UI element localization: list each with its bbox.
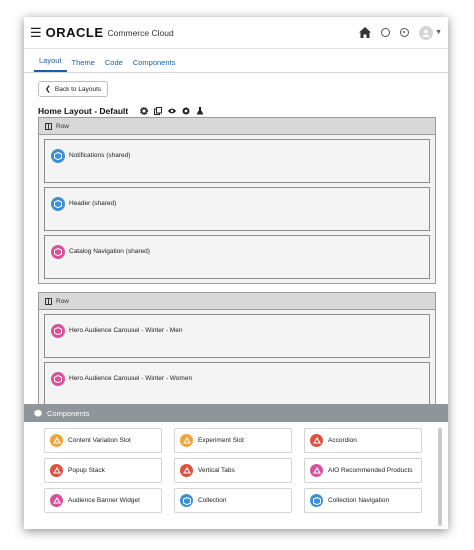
component-item[interactable]: Content Variation Slot xyxy=(44,428,162,453)
widget-slot[interactable]: Notifications (shared) xyxy=(44,139,430,183)
product-name: Commerce Cloud xyxy=(107,27,174,38)
top-actions: ▼ xyxy=(359,25,442,40)
component-item[interactable]: Accordion xyxy=(304,428,422,453)
components-panel: Components Content Variation Slot Experi… xyxy=(24,404,448,529)
component-icon xyxy=(50,494,63,507)
component-label: Content Variation Slot xyxy=(68,437,131,444)
row-label: Row xyxy=(56,297,70,305)
component-item[interactable]: Collection Navigation xyxy=(304,488,422,513)
row-body: Notifications (shared) Header (shared) C… xyxy=(39,135,435,283)
top-bar: ☰ ORACLE Commerce Cloud ▼ xyxy=(24,17,448,49)
component-label: Popup Stack xyxy=(68,467,105,474)
widget-slot[interactable]: Hero Audience Carousel - Winter - Women xyxy=(44,362,430,406)
component-icon xyxy=(310,494,323,507)
avatar[interactable] xyxy=(419,25,434,40)
component-label: Collection Navigation xyxy=(328,497,390,504)
tab-layout[interactable]: Layout xyxy=(34,52,67,72)
layout-row[interactable]: Row Hero Audience Carousel - Winter - Me… xyxy=(38,292,436,415)
widget-slot[interactable]: Hero Audience Carousel - Winter - Men xyxy=(44,314,430,358)
cube-icon xyxy=(51,324,65,338)
help-icon[interactable] xyxy=(400,28,410,37)
user-icon xyxy=(422,29,430,37)
cube-icon xyxy=(34,409,42,417)
layout-canvas: Row Notifications (shared) Header (share… xyxy=(38,117,436,423)
component-icon xyxy=(50,464,63,477)
copy-icon[interactable] xyxy=(154,107,163,115)
widget-label: Hero Audience Carousel - Winter - Men xyxy=(69,327,183,334)
component-item[interactable]: Popup Stack xyxy=(44,458,162,483)
widget-label: Header (shared) xyxy=(69,200,117,207)
row-icon xyxy=(45,122,52,130)
page-title: Home Layout - Default xyxy=(38,106,129,116)
component-label: Experiment Slot xyxy=(198,437,244,444)
back-to-layouts-button[interactable]: ❮ Back to Layouts xyxy=(38,81,109,97)
component-label: Accordion xyxy=(328,437,357,444)
component-item[interactable]: Vertical Tabs xyxy=(174,458,292,483)
row-header: Row xyxy=(39,118,435,135)
tab-components[interactable]: Components xyxy=(128,54,181,72)
component-item[interactable]: Collection xyxy=(174,488,292,513)
cube-icon xyxy=(51,245,65,259)
components-grid: Content Variation Slot Experiment Slot A… xyxy=(24,422,448,513)
widget-label: Notifications (shared) xyxy=(69,152,131,159)
row-icon xyxy=(45,297,52,305)
hamburger-menu-icon[interactable]: ☰ xyxy=(30,25,42,41)
back-button-label: Back to Layouts xyxy=(54,85,102,93)
tab-code[interactable]: Code xyxy=(100,54,128,72)
chevron-left-icon: ❮ xyxy=(45,86,51,93)
cube-icon xyxy=(51,149,65,163)
component-label: Collection xyxy=(198,497,227,504)
eye-icon[interactable] xyxy=(168,107,177,115)
component-label: AIO Recommended Products xyxy=(328,467,413,474)
components-scrollbar[interactable] xyxy=(438,428,442,526)
component-item[interactable]: AIO Recommended Products xyxy=(304,458,422,483)
home-icon[interactable] xyxy=(359,27,372,38)
globe-icon[interactable] xyxy=(381,28,391,37)
row-body: Hero Audience Carousel - Winter - Men He… xyxy=(39,310,435,414)
component-icon xyxy=(310,464,323,477)
component-icon xyxy=(50,434,63,447)
components-panel-header[interactable]: Components xyxy=(24,404,448,422)
component-icon xyxy=(180,434,193,447)
tab-theme[interactable]: Theme xyxy=(67,54,100,72)
component-item[interactable]: Experiment Slot xyxy=(174,428,292,453)
widget-label: Hero Audience Carousel - Winter - Women xyxy=(69,375,193,382)
component-label: Vertical Tabs xyxy=(198,467,235,474)
widget-slot[interactable]: Header (shared) xyxy=(44,187,430,231)
components-panel-title: Components xyxy=(47,408,90,418)
cube-icon xyxy=(51,197,65,211)
component-icon xyxy=(180,494,193,507)
oracle-logo: ORACLE xyxy=(45,25,104,40)
widget-label: Catalog Navigation (shared) xyxy=(69,248,150,255)
layout-row[interactable]: Row Notifications (shared) Header (share… xyxy=(38,117,436,284)
row-header: Row xyxy=(39,293,435,310)
component-icon xyxy=(180,464,193,477)
cube-icon xyxy=(51,372,65,386)
tab-bar: Layout Theme Code Components xyxy=(24,53,448,73)
layout-title-row: Home Layout - Default xyxy=(38,106,448,116)
preview-icon[interactable] xyxy=(182,107,190,115)
widget-slot[interactable]: Catalog Navigation (shared) xyxy=(44,235,430,279)
component-label: Audience Banner Widget xyxy=(68,497,140,504)
row-label: Row xyxy=(56,122,70,130)
flask-icon[interactable] xyxy=(196,107,204,115)
chevron-down-icon[interactable]: ▼ xyxy=(435,29,442,36)
gear-icon[interactable] xyxy=(140,107,149,115)
component-icon xyxy=(310,434,323,447)
component-item[interactable]: Audience Banner Widget xyxy=(44,488,162,513)
user-menu[interactable]: ▼ xyxy=(419,25,442,40)
app-window: ☰ ORACLE Commerce Cloud ▼ Layout Theme C… xyxy=(24,17,448,529)
